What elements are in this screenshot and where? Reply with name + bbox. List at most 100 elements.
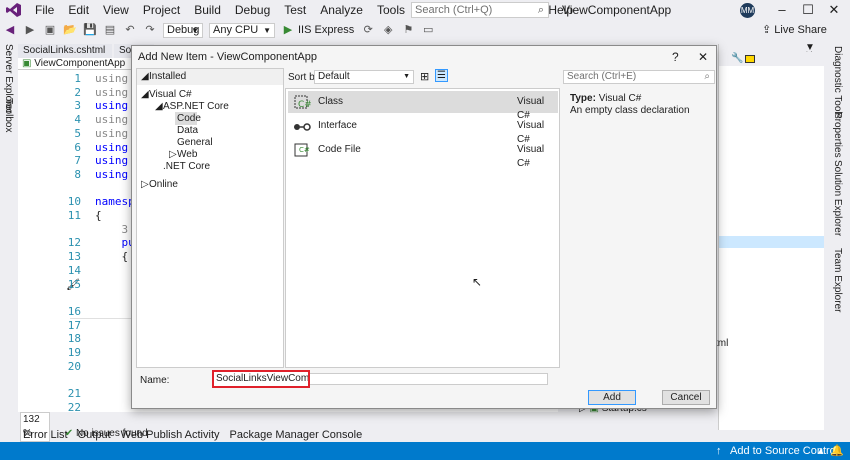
status-bar: ↑ Add to Source Control ▴ 🔔 (0, 442, 850, 460)
run-target-button[interactable]: IIS Express (298, 24, 354, 36)
save-icon[interactable]: 💾 (83, 23, 97, 37)
menu-build[interactable]: Build (187, 0, 228, 20)
add-button[interactable]: Add (588, 390, 636, 405)
selected-row[interactable] (719, 236, 824, 248)
sort-dropdown[interactable]: Default ▼ (314, 70, 414, 84)
upload-icon: ↑ (716, 445, 722, 457)
code-line[interactable]: using (95, 86, 135, 99)
template-language: Visual C# (517, 144, 545, 169)
line-number: 11 (67, 209, 81, 222)
extension-icon[interactable]: ◈ (381, 23, 395, 37)
back-icon[interactable]: ◀ (3, 23, 17, 37)
chevron-down-icon: ▼ (403, 73, 410, 80)
visual-studio-logo-icon (0, 0, 28, 20)
help-button[interactable]: ? (672, 46, 679, 68)
menu-project[interactable]: Project (136, 0, 187, 20)
tab-error-list[interactable]: Error List (18, 428, 73, 442)
tree-node-label: General (177, 137, 213, 148)
csharp-project-icon: ▣ (22, 58, 35, 69)
add-new-item-dialog: Add New Item - ViewComponentApp ? ✕ ◢ In… (131, 45, 717, 409)
installed-header[interactable]: ◢ Installed (137, 69, 283, 85)
class-template-icon: C# (294, 95, 311, 110)
bottom-tool-tabs: Error List Output Web Publish Activity P… (18, 428, 718, 442)
wrench-icon[interactable]: 🔧 (731, 53, 743, 64)
right-tool-strip: Diagnostic Tools Properties Solution Exp… (824, 40, 850, 430)
collapse-arrow-icon: ◢ (155, 101, 163, 112)
svg-text:C#: C# (299, 146, 310, 154)
menu-debug[interactable]: Debug (228, 0, 277, 20)
tab-package-manager[interactable]: Package Manager Console (225, 428, 368, 442)
menu-tools[interactable]: Tools (370, 0, 412, 20)
menu-view[interactable]: View (96, 0, 136, 20)
live-share-icon: ⇪ (762, 24, 775, 36)
list-view-icon[interactable]: ☰ (435, 69, 448, 82)
line-number: 21 (67, 387, 81, 401)
code-line[interactable]: { (95, 250, 128, 263)
toolbox-tab[interactable]: Toolbox (3, 98, 14, 132)
close-dialog-button[interactable]: ✕ (698, 46, 708, 68)
line-number: 7 (74, 154, 81, 168)
tab-label: SocialLinks.cshtml (23, 45, 106, 56)
run-icon[interactable]: ▶ (281, 23, 295, 37)
template-search-input[interactable]: Search (Ctrl+E) ⌕ (563, 70, 715, 84)
forward-icon[interactable]: ▶ (23, 23, 37, 37)
line-number: 15 (67, 277, 81, 291)
name-input-value[interactable]: SocialLinksViewComponent (212, 370, 310, 388)
maximize-button[interactable]: ☐ (796, 0, 820, 20)
undo-icon[interactable]: ↶ (123, 23, 137, 37)
bookmark-icon[interactable]: ⚑ (401, 23, 415, 37)
interface-template-icon (294, 123, 311, 131)
solution-explorer-tab[interactable]: Solution Explorer (832, 160, 843, 236)
search-placeholder: Search (Ctrl+Q) (415, 4, 493, 16)
line-number: 13 (67, 250, 81, 264)
detail-description: An empty class declaration (570, 105, 690, 116)
code-line[interactable]: using (95, 127, 135, 140)
menu-test[interactable]: Test (277, 0, 313, 20)
dialog-title: Add New Item - ViewComponentApp (138, 51, 317, 63)
live-share-button[interactable]: ⇪ Live Share (762, 20, 827, 40)
minimize-button[interactable]: – (770, 0, 794, 20)
close-window-button[interactable]: ✕ (822, 0, 846, 20)
code-line[interactable]: using (95, 72, 135, 85)
code-line[interactable]: { (95, 209, 102, 222)
redo-icon[interactable]: ↷ (143, 23, 157, 37)
template-code-file[interactable]: C# Code File Visual C# (288, 139, 558, 169)
chevron-up-icon: ▴ (818, 445, 824, 457)
toolbar: ◀ ▶ ▣ 📂 💾 ▤ ↶ ↷ Debug ▼ Any CPU ▼ ▶ IIS Ex… (0, 20, 850, 40)
comment-icon[interactable]: ▭ (421, 23, 435, 37)
tab-sociallinks-cshtml[interactable]: SocialLinks.cshtml (18, 44, 112, 58)
nav-project: ViewComponentApp (34, 58, 126, 69)
list-header: Sort by: Default ▼ ⊞ ☰ (284, 68, 558, 88)
cancel-button[interactable]: Cancel (662, 390, 710, 405)
tab-output[interactable]: Output (73, 428, 116, 442)
search-placeholder: Search (Ctrl+E) (567, 71, 637, 82)
user-avatar[interactable]: MM (740, 3, 755, 18)
template-name: Interface (318, 120, 357, 131)
new-project-icon[interactable]: ▣ (43, 23, 57, 37)
open-file-icon[interactable]: 📂 (63, 23, 77, 37)
properties-tab[interactable]: Properties (832, 112, 843, 158)
quick-launch-search[interactable]: Search (Ctrl+Q) ⌕ (411, 2, 549, 18)
platform-dropdown[interactable]: Any CPU ▼ (209, 22, 275, 38)
save-all-icon[interactable]: ▤ (103, 23, 117, 37)
template-interface[interactable]: Interface Visual C# (288, 115, 558, 145)
solution-explorer-panel: ▼ ✕ 🔧 tml ▷ ▣ Startup.cs (579, 43, 824, 430)
line-number: 8 (74, 167, 81, 181)
notifications-icon[interactable]: 🔔 (830, 442, 844, 460)
diagnostic-tools-tab[interactable]: Diagnostic Tools (832, 46, 843, 119)
tab-web-publish[interactable]: Web Publish Activity (116, 428, 225, 442)
refresh-icon[interactable]: ⟳ (361, 23, 375, 37)
collapse-arrow-icon: ◢ (141, 71, 149, 82)
configuration-dropdown[interactable]: Debug ▼ (163, 22, 203, 38)
preview-icon[interactable] (745, 55, 755, 63)
menu-analyze[interactable]: Analyze (313, 0, 370, 20)
partial-tree-item[interactable]: tml (715, 337, 728, 351)
code-line[interactable]: using (95, 113, 135, 126)
tree-node-label: Data (177, 125, 199, 136)
menu-file[interactable]: File (28, 0, 61, 20)
menu-bar: File Edit View Project Build Debug Test Analyze… (0, 0, 850, 20)
menu-edit[interactable]: Edit (61, 0, 96, 20)
team-explorer-tab[interactable]: Team Explorer (832, 248, 843, 312)
grid-view-icon[interactable]: ⊞ (420, 70, 429, 83)
template-class[interactable]: C# Class Visual C# (288, 91, 558, 121)
